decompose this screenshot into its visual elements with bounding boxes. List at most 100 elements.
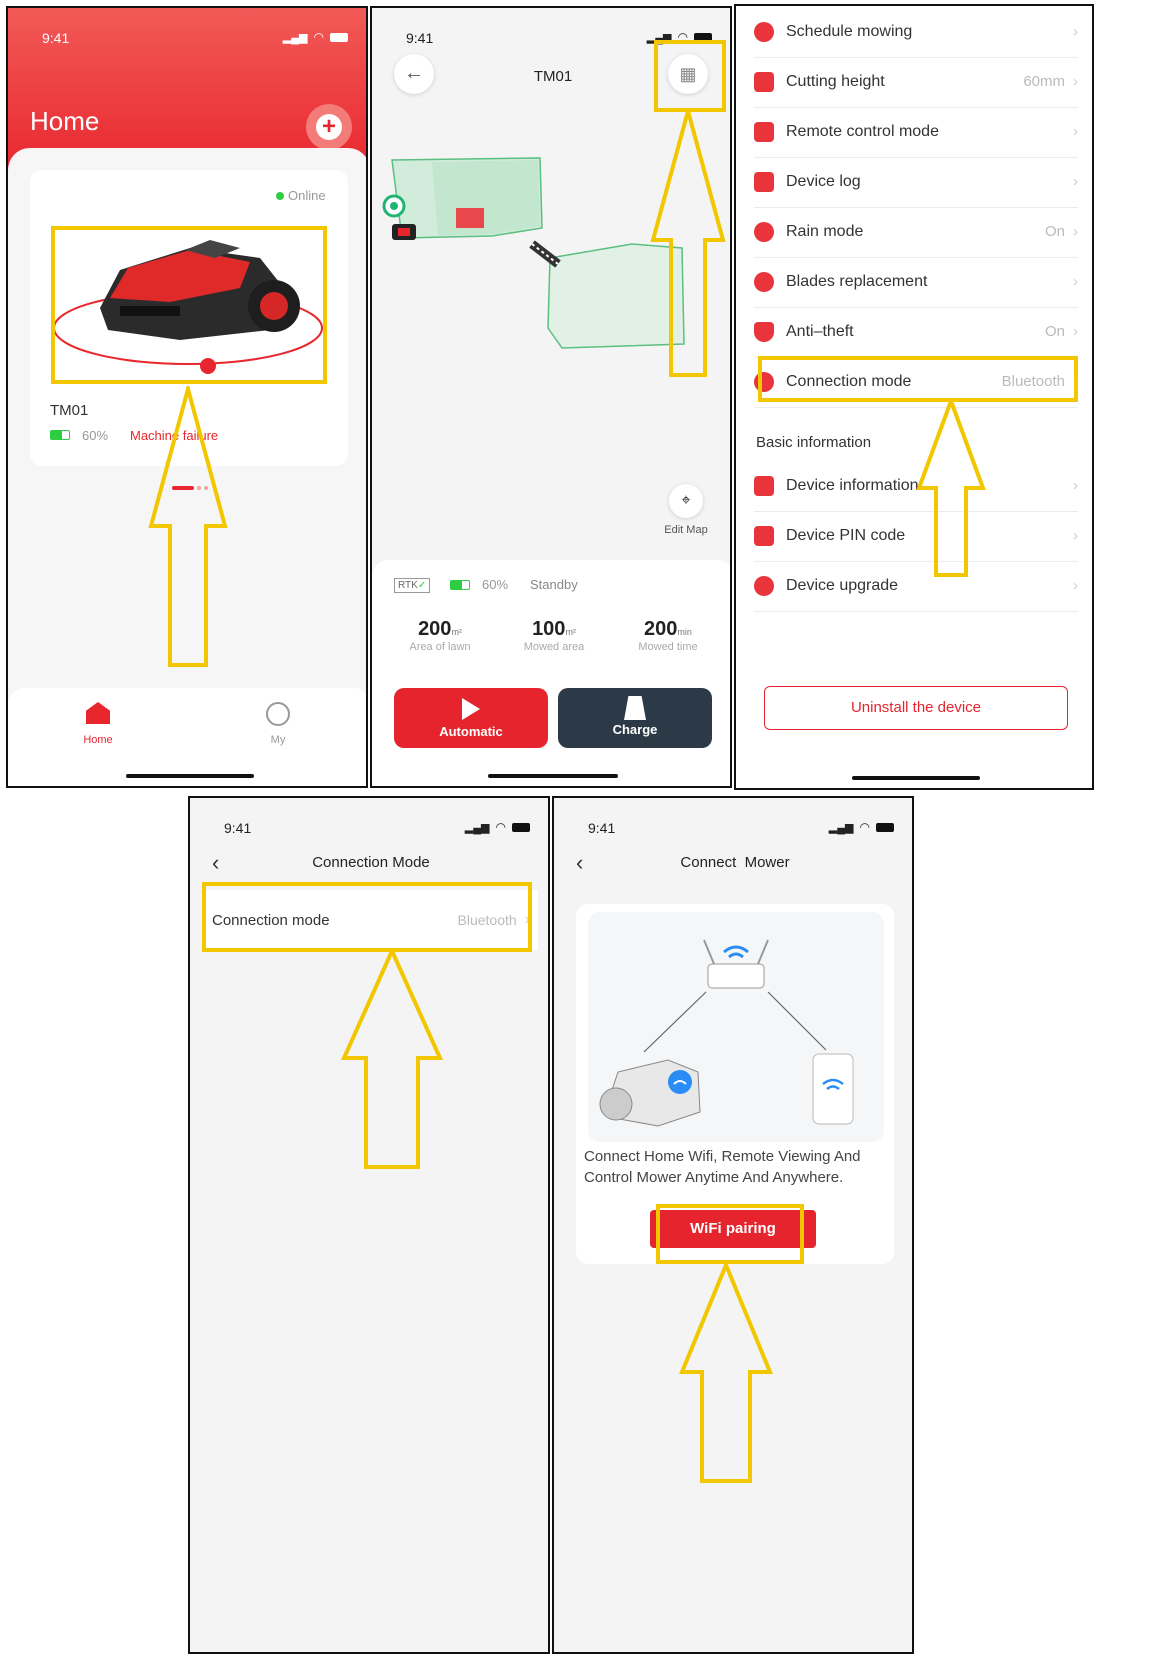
battery-icon <box>450 580 470 590</box>
settings-row-device-log[interactable]: Device log › <box>754 156 1078 208</box>
settings-row-remote-control[interactable]: Remote control mode › <box>754 106 1078 158</box>
clock-icon <box>754 21 774 42</box>
tab-bar: Home My <box>8 688 366 786</box>
battery-level: 60% <box>82 428 109 443</box>
row-value: 60mm <box>1023 73 1065 90</box>
edit-map-label: Edit Map <box>664 524 708 536</box>
highlight-box-connection <box>202 882 532 952</box>
row-label: Device upgrade <box>786 576 899 594</box>
tab-home-label: Home <box>83 734 113 746</box>
stat-unit: m² <box>565 627 576 637</box>
arrow-up-icon <box>148 386 228 667</box>
section-header-basic: Basic information <box>756 434 872 451</box>
charge-label: Charge <box>612 722 658 737</box>
arrow-up-icon <box>916 398 986 577</box>
chevron-right-icon: › <box>1073 577 1078 594</box>
stat-label: Mowed area <box>523 641 585 653</box>
edit-map-button[interactable]: ⌖ Edit Map <box>656 484 716 536</box>
stat-mowed-area: 100m² Mowed area <box>504 618 604 653</box>
tab-my-label: My <box>270 734 286 746</box>
phone-device-screen: 9:41 ▂▄▆ ◠ ← TM01 ▦ ⌖ Edit Map RTK✓ 60% S… <box>370 6 732 788</box>
highlight-box-menu <box>654 40 726 112</box>
settings-row-blades[interactable]: Blades replacement › <box>754 256 1078 308</box>
chevron-right-icon: › <box>1073 223 1078 240</box>
arrow-up-icon <box>650 108 726 377</box>
chevron-right-icon: › <box>1073 173 1078 190</box>
home-indicator <box>488 774 618 778</box>
stat-value: 200 <box>418 618 452 640</box>
description-line-2: Control Mower Anytime And Anywhere. <box>584 1169 844 1186</box>
chevron-right-icon: › <box>1073 527 1078 544</box>
home-icon <box>86 702 110 724</box>
remote-icon <box>754 121 774 142</box>
online-status: Online <box>288 188 326 203</box>
settings-row-rain-mode[interactable]: Rain mode On › <box>754 206 1078 258</box>
chevron-right-icon: › <box>1073 273 1078 290</box>
uninstall-button[interactable]: Uninstall the device <box>764 686 1068 730</box>
battery-icon <box>50 430 70 440</box>
status-panel: RTK✓ 60% Standby 200m² Area of lawn 100m²… <box>372 560 730 786</box>
settings-row-anti-theft[interactable]: Anti–theft On › <box>754 306 1078 358</box>
page-title: Home <box>30 106 100 136</box>
phone-settings-screen: Schedule mowing › Cutting height 60mm › Rem… <box>734 4 1094 790</box>
phone-home-screen: 9:41 ▂▄▆ ◠ Home + Online TM01 60% Machine… <box>6 6 368 788</box>
chevron-right-icon: › <box>1073 477 1078 494</box>
online-dot <box>276 192 284 200</box>
stat-value: 200 <box>644 618 678 640</box>
chevron-right-icon: › <box>1073 73 1078 90</box>
shield-icon <box>754 321 774 342</box>
arrow-up-icon <box>679 1262 773 1483</box>
row-label: Anti–theft <box>786 322 854 340</box>
rtk-label: RTK <box>398 580 418 591</box>
chevron-right-icon: › <box>1073 123 1078 140</box>
status-icons: ▂▄▆ ◠ <box>829 820 894 834</box>
automatic-label: Automatic <box>439 724 503 739</box>
settings-row-cutting-height[interactable]: Cutting height 60mm › <box>754 56 1078 108</box>
stat-mowed-time: 200min Mowed time <box>618 618 718 653</box>
row-label: Remote control mode <box>786 122 939 140</box>
stat-unit: m² <box>451 627 462 637</box>
row-value: On <box>1044 223 1065 240</box>
stat-label: Mowed time <box>638 641 698 653</box>
chevron-right-icon: › <box>1073 323 1078 340</box>
add-device-button[interactable]: + <box>306 104 352 150</box>
battery-level: 60% <box>482 577 509 592</box>
rtk-badge: RTK✓ <box>394 578 431 593</box>
charge-button[interactable]: Charge <box>558 688 712 748</box>
home-indicator <box>852 776 980 780</box>
row-label: Cutting height <box>786 72 885 90</box>
status-icons: ▂▄▆ ◠ <box>465 820 530 834</box>
status-time: 9:41 <box>588 820 616 836</box>
play-icon <box>462 698 480 720</box>
document-icon <box>754 475 774 496</box>
stat-value: 100 <box>532 618 566 640</box>
row-label: Rain mode <box>786 222 864 240</box>
stat-label: Area of lawn <box>409 641 471 653</box>
highlight-box-wifi-pairing <box>656 1204 804 1264</box>
mower-state: Standby <box>530 577 578 592</box>
phone-connect-mower-screen: 9:41 ▂▄▆ ◠ ‹ Connect Mower Connect Home W… <box>552 796 914 1654</box>
page-title: Connect Mower <box>680 854 790 871</box>
charge-icon <box>624 696 646 720</box>
tab-home[interactable]: Home <box>68 702 128 758</box>
status-icons: ▂▄▆ ◠ <box>283 30 348 44</box>
rain-cloud-icon <box>754 221 774 242</box>
row-label: Blades replacement <box>786 272 928 290</box>
status-time: 9:41 <box>406 30 434 46</box>
settings-row-schedule[interactable]: Schedule mowing › <box>754 6 1078 58</box>
highlight-box-device <box>51 226 327 384</box>
lock-icon <box>754 525 774 546</box>
arrow-up-icon <box>340 948 444 1169</box>
map-pin-icon: ⌖ <box>669 484 703 518</box>
home-indicator <box>126 774 254 778</box>
ruler-icon <box>754 71 774 92</box>
tab-my[interactable]: My <box>248 702 308 758</box>
wifi-network-illustration <box>588 912 884 1142</box>
row-value: On <box>1044 323 1065 340</box>
highlight-box-connection <box>758 356 1078 402</box>
connect-description: Connect Home Wifi, Remote Viewing And Co… <box>584 1146 888 1188</box>
profile-icon <box>266 702 290 726</box>
status-time: 9:41 <box>42 30 70 46</box>
automatic-button[interactable]: Automatic <box>394 688 548 748</box>
row-label: Device log <box>786 172 861 190</box>
